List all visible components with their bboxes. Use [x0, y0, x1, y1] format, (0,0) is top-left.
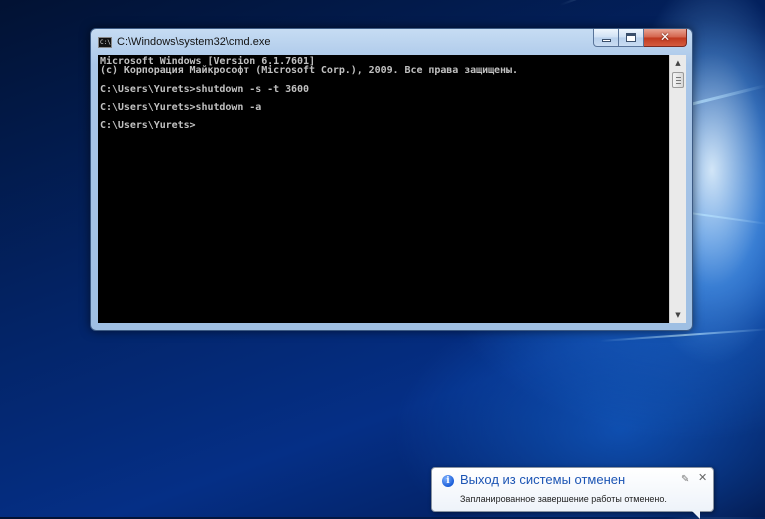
close-button[interactable]: ✕ — [644, 29, 687, 47]
console-text: Microsoft Windows [Version 6.1.7601] (c)… — [98, 55, 669, 133]
balloon-tail — [692, 511, 700, 519]
title-bar[interactable]: C:\ C:\Windows\system32\cmd.exe ✕ — [91, 29, 692, 53]
console-line: C:\Users\Yurets>shutdown -a — [100, 102, 262, 114]
grip-icon — [676, 80, 681, 81]
notification-balloon[interactable]: i Выход из системы отменен Запланированн… — [431, 467, 714, 519]
console-output[interactable]: Microsoft Windows [Version 6.1.7601] (c)… — [98, 55, 669, 323]
console-app-icon[interactable]: C:\ — [98, 37, 112, 48]
console-line: C:\Users\Yurets>shutdown -s -t 3600 — [100, 83, 309, 95]
cmd-window[interactable]: C:\ C:\Windows\system32\cmd.exe ✕ Micros… — [90, 28, 693, 331]
notification-body: Запланированное завершение работы отмене… — [460, 494, 667, 504]
window-title: C:\Windows\system32\cmd.exe — [117, 36, 271, 48]
notification-close-icon[interactable]: ✕ — [698, 471, 707, 484]
close-icon: ✕ — [659, 30, 671, 44]
caption-buttons: ✕ — [593, 29, 687, 47]
minimize-button[interactable] — [593, 29, 619, 47]
maximize-button[interactable] — [619, 29, 644, 47]
minimize-icon — [602, 39, 611, 42]
scroll-thumb[interactable] — [672, 72, 684, 88]
maximize-icon — [626, 33, 636, 42]
info-icon: i — [442, 475, 454, 487]
console-line: (c) Корпорация Майкрософт (Microsoft Cor… — [100, 65, 518, 77]
console-line: C:\Users\Yurets> — [100, 120, 196, 132]
scroll-up-arrow-icon[interactable]: ▲ — [670, 55, 686, 71]
grip-icon — [676, 83, 681, 84]
grip-icon — [676, 77, 681, 78]
wrench-icon[interactable]: ✎ — [681, 474, 689, 485]
vertical-scrollbar[interactable]: ▲ ▼ — [669, 55, 686, 323]
notification-title: Выход из системы отменен — [460, 472, 626, 487]
scroll-down-arrow-icon[interactable]: ▼ — [670, 307, 686, 323]
